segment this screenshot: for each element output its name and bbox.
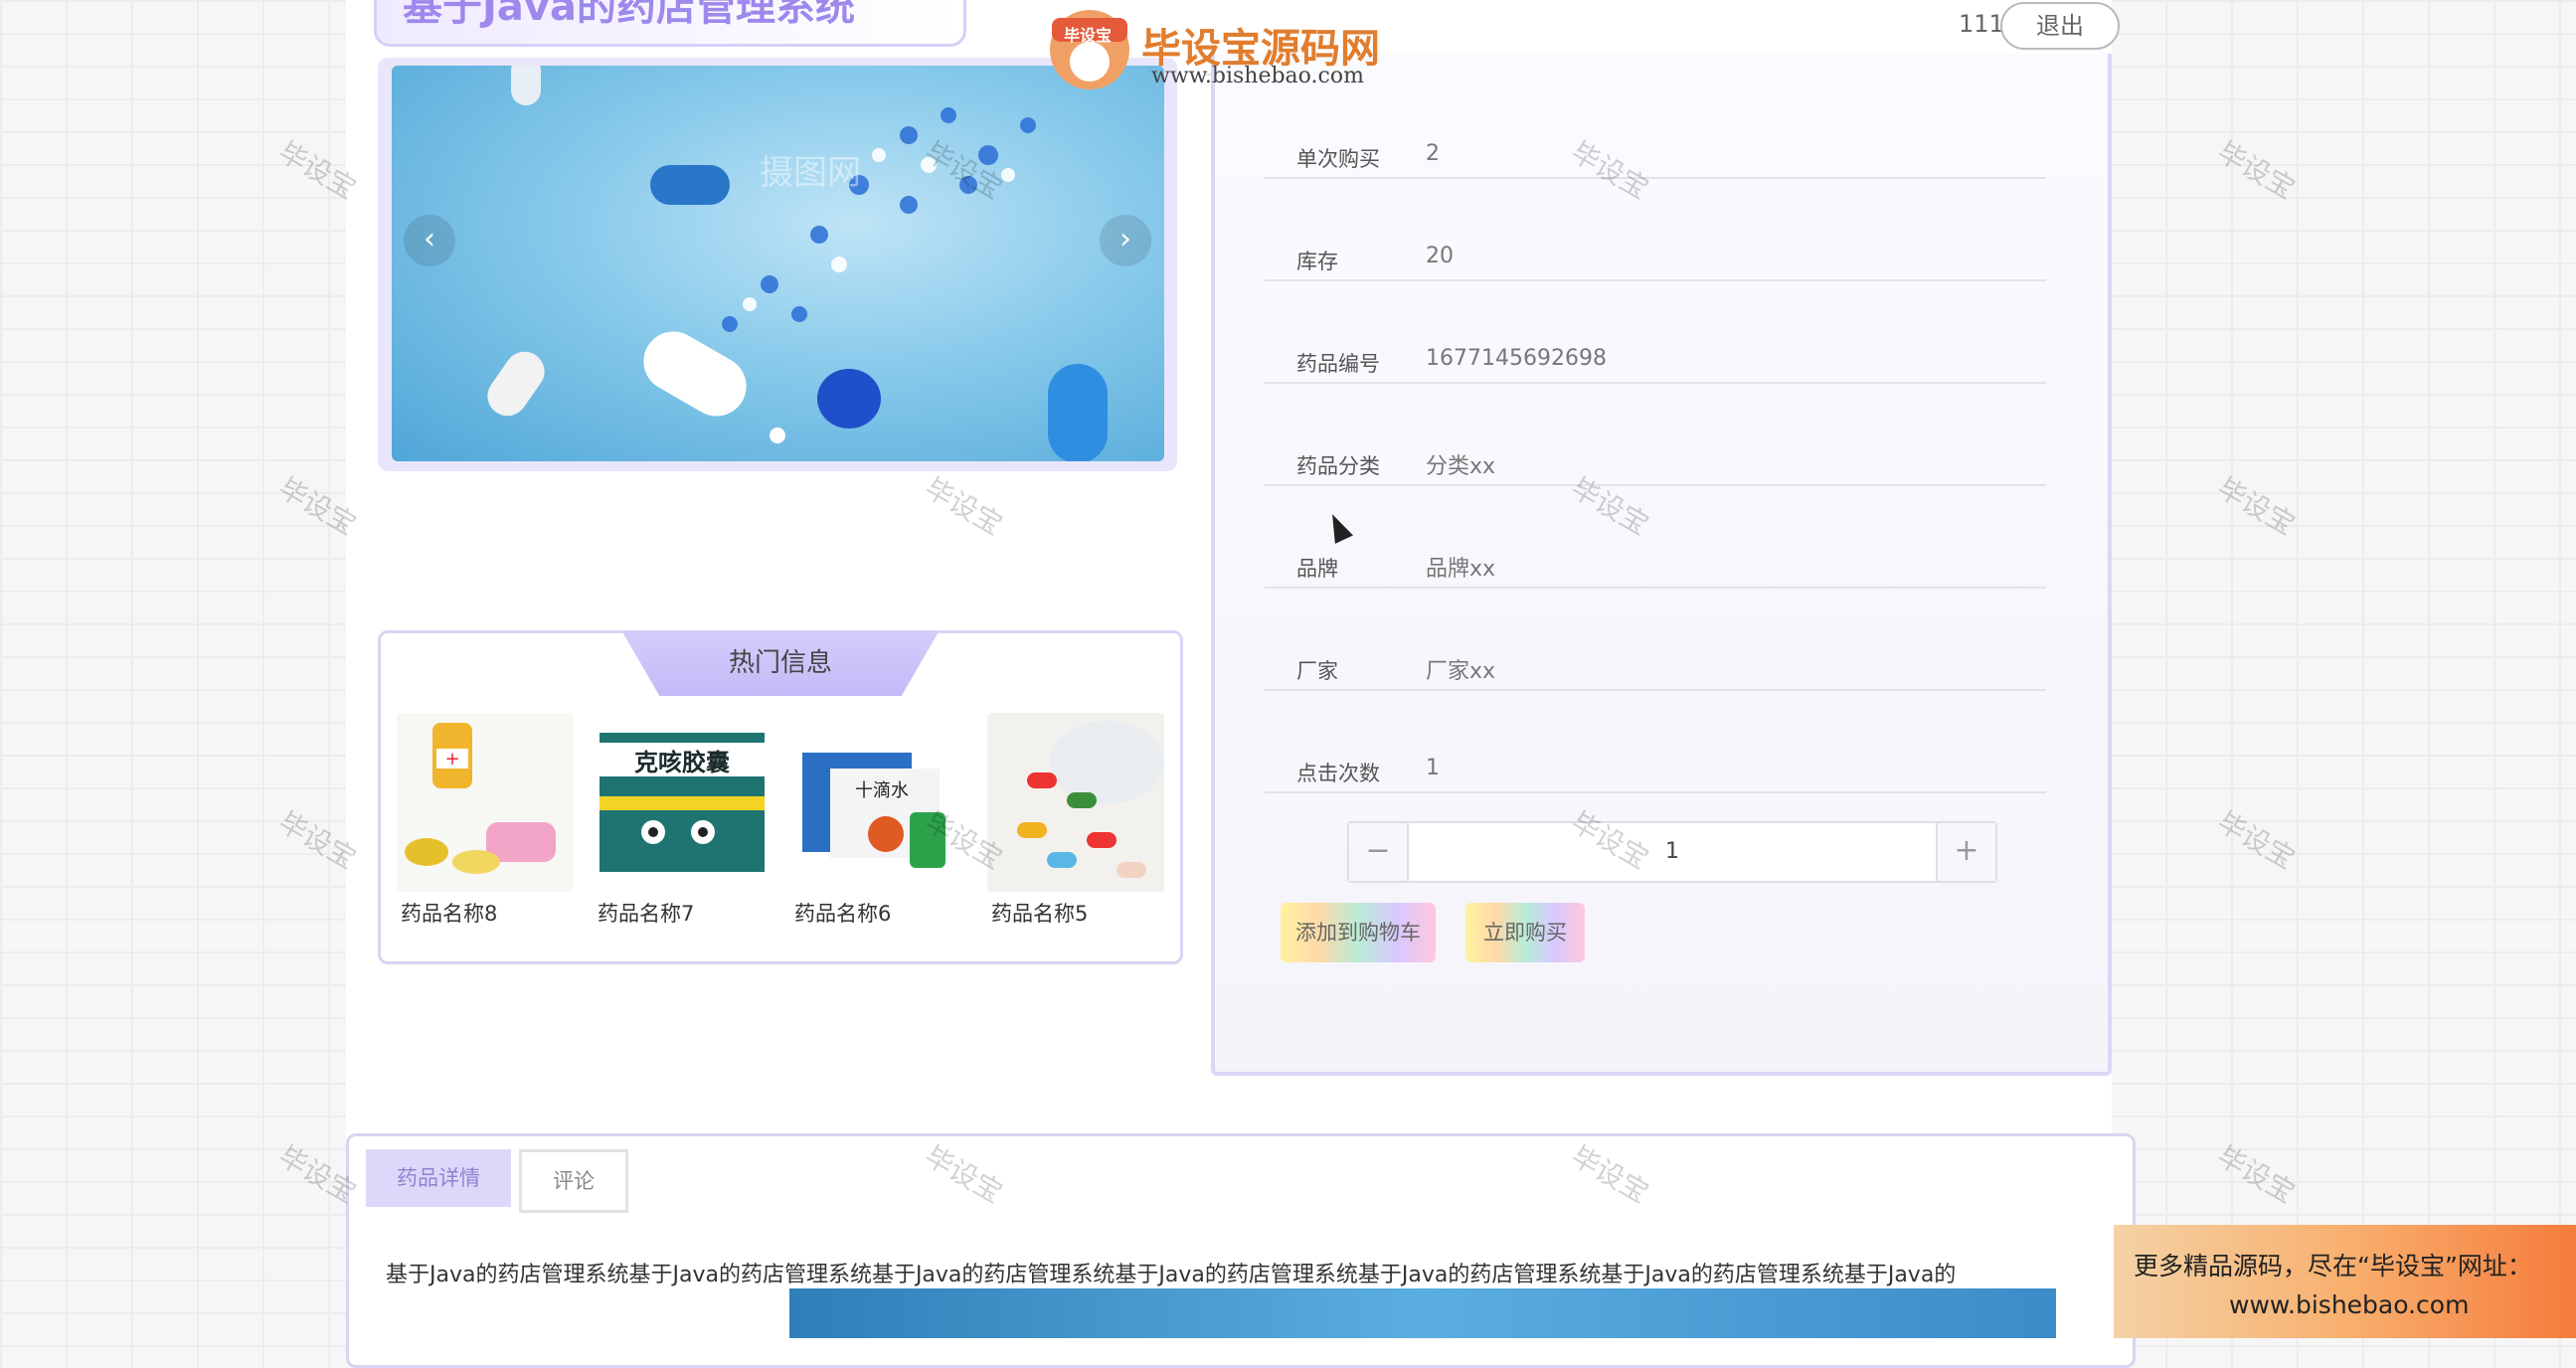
buy-now-button[interactable]: 立即购买 xyxy=(1465,903,1585,962)
watermark-text: 毕设宝 xyxy=(2211,471,2301,542)
hot-item-name: 药品名称6 xyxy=(794,902,892,926)
row-label: 品牌 xyxy=(1296,557,1338,581)
hot-item-name: 药品名称8 xyxy=(401,902,498,926)
detail-row-stock: 库存 20 xyxy=(1265,180,2046,281)
row-value: 20 xyxy=(1426,244,1454,268)
svg-text:十滴水: 十滴水 xyxy=(855,780,909,801)
row-value: 厂家xx xyxy=(1426,659,1496,684)
site-watermark-logo: 毕设宝 毕设宝源码网 www.bishebao.com xyxy=(1040,8,1418,91)
svg-text:+: + xyxy=(444,749,459,770)
detail-row-single-purchase: 单次购买 2 xyxy=(1265,78,2046,179)
promo-banner: 更多精品源码，尽在“毕设宝”网址： www.bishebao.com xyxy=(2114,1225,2576,1338)
hot-item[interactable]: 克咳胶囊 药品名称7 xyxy=(594,713,771,934)
increase-button[interactable]: + xyxy=(1936,823,1995,881)
row-label: 药品编号 xyxy=(1296,352,1380,376)
row-value: 分类xx xyxy=(1426,454,1496,479)
tab-comments[interactable]: 评论 xyxy=(519,1149,628,1213)
hot-item[interactable]: + 药品名称8 xyxy=(397,713,574,934)
brand-url: www.bishebao.com xyxy=(1151,64,1364,88)
detail-row-brand: 品牌 品牌xx xyxy=(1265,487,2046,589)
svg-text:克咳胶囊: 克咳胶囊 xyxy=(634,749,730,776)
row-value: 1677145692698 xyxy=(1426,346,1607,371)
row-label: 厂家 xyxy=(1296,659,1338,683)
product-image xyxy=(987,713,1164,892)
description-image xyxy=(789,1288,2056,1338)
hot-item-name: 药品名称5 xyxy=(991,902,1089,926)
promo-line-1: 更多精品源码，尽在“毕设宝”网址： xyxy=(2134,1252,2532,1281)
logo-icon xyxy=(1050,10,1129,89)
row-label: 点击次数 xyxy=(1296,762,1380,785)
quantity-stepper[interactable]: − 1 + xyxy=(1347,821,1997,883)
row-value: 1 xyxy=(1426,756,1440,780)
banner-image xyxy=(487,66,1108,461)
hot-item-name: 药品名称7 xyxy=(598,902,695,926)
detail-row-clicks: 点击次数 1 xyxy=(1265,692,2046,793)
hot-item[interactable]: 药品名称5 xyxy=(987,713,1164,934)
chevron-left-icon: ‹ xyxy=(424,222,435,256)
add-to-cart-button[interactable]: 添加到购物车 xyxy=(1281,903,1436,962)
logout-button[interactable]: 退出 xyxy=(2000,2,2120,50)
watermark-text: 毕设宝 xyxy=(2211,135,2301,206)
image-watermark: 摄图网 xyxy=(760,153,861,193)
quantity-input[interactable]: 1 xyxy=(1665,839,1679,864)
hot-info-panel: 热门信息 + 药品名称8 克咳胶囊 药品名称7 十滴水 药品名称6 药品名称5 xyxy=(378,630,1183,964)
banner-carousel[interactable]: ‹ › 摄图网 xyxy=(392,66,1164,461)
row-label: 库存 xyxy=(1296,250,1338,273)
decrease-button[interactable]: − xyxy=(1349,823,1409,881)
promo-line-2: www.bishebao.com xyxy=(2229,1290,2470,1319)
row-label: 单次购买 xyxy=(1296,147,1380,171)
watermark-text: 毕设宝 xyxy=(2211,805,2301,876)
watermark-text: 毕设宝 xyxy=(2211,1139,2301,1210)
tab-product-detail[interactable]: 药品详情 xyxy=(366,1149,511,1207)
detail-row-code: 药品编号 1677145692698 xyxy=(1265,282,2046,384)
product-description: 基于Java的药店管理系统基于Java的药店管理系统基于Java的药店管理系统基… xyxy=(386,1263,1957,1287)
row-label: 药品分类 xyxy=(1296,454,1380,478)
row-value: 2 xyxy=(1426,141,1440,166)
product-image: 克咳胶囊 xyxy=(594,713,771,892)
detail-row-manufacturer: 厂家 厂家xx xyxy=(1265,590,2046,691)
hot-info-title: 热门信息 xyxy=(621,630,940,696)
detail-row-category: 药品分类 分类xx xyxy=(1265,385,2046,486)
username: 111 xyxy=(1959,10,2004,38)
carousel-next-button[interactable]: › xyxy=(1100,215,1151,266)
row-value: 品牌xx xyxy=(1426,557,1496,582)
site-title: 基于Java的药店管理系统 xyxy=(403,0,855,30)
product-image: + xyxy=(397,713,574,892)
carousel-indicator[interactable] xyxy=(770,428,785,443)
chevron-right-icon: › xyxy=(1119,222,1131,256)
logo-badge-text: 毕设宝 xyxy=(1064,26,1113,45)
carousel-prev-button[interactable]: ‹ xyxy=(404,215,455,266)
site-title-tab: 基于Java的药店管理系统 xyxy=(374,0,966,47)
